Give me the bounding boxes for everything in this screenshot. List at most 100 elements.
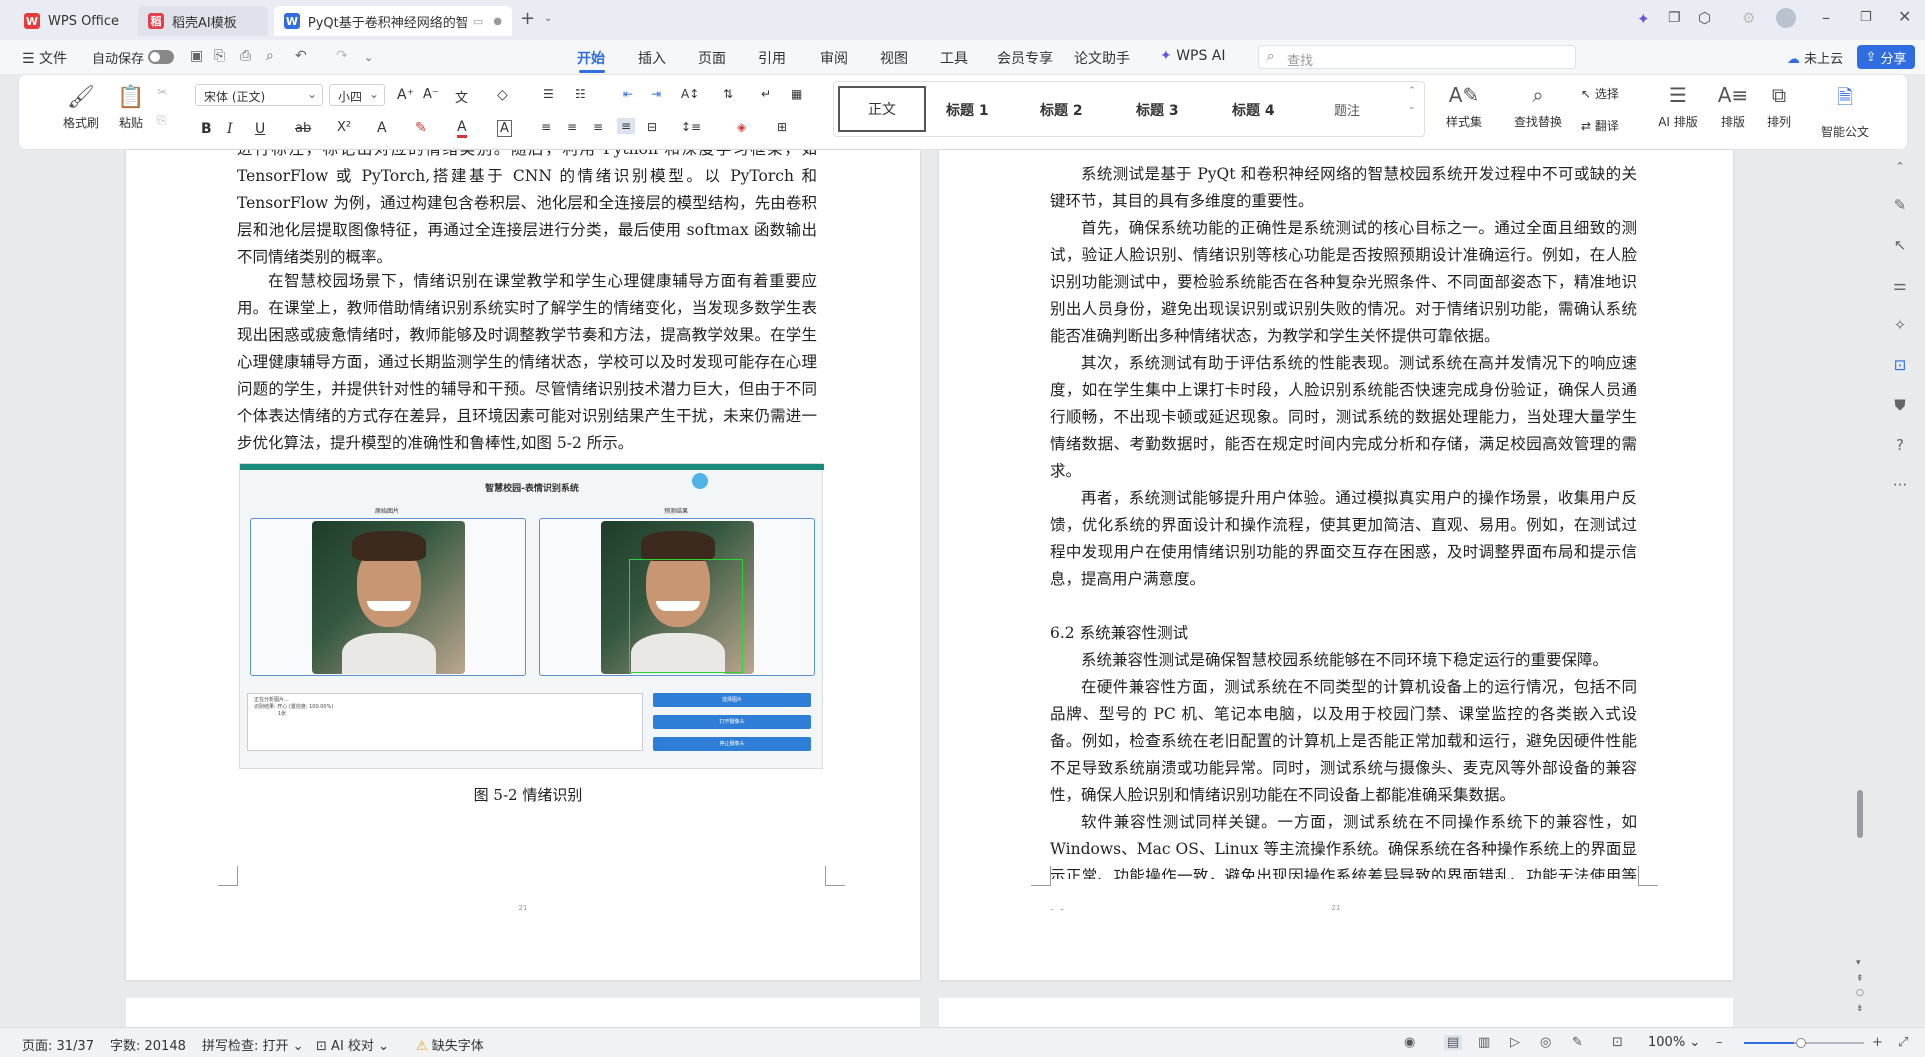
font-name-select[interactable]: 宋体 (正文) ⌄: [195, 84, 323, 106]
restore-icon[interactable]: ❐: [1860, 10, 1872, 25]
missing-font-warning[interactable]: ⚠ 缺失字体: [416, 1035, 484, 1054]
chinese-layout-icon[interactable]: A↕: [681, 87, 699, 101]
print-preview-icon[interactable]: ⌕: [266, 48, 274, 64]
tab-daoke-templates[interactable]: 稻 稻壳AI模板: [138, 6, 268, 36]
close-icon[interactable]: ✕: [1898, 7, 1911, 26]
save-icon[interactable]: ▣: [190, 48, 203, 64]
fit-page-icon[interactable]: ⊡: [1612, 1035, 1623, 1050]
document-page-left[interactable]: 进行标注，标记出对应的情绪类别。随后，利用 Python 和深度学习框架，如 T…: [126, 150, 920, 980]
page-count[interactable]: 页面: 31/37: [22, 1035, 94, 1054]
zoom-slider[interactable]: [1744, 1038, 1864, 1048]
word-count[interactable]: 字数: 20148: [110, 1035, 186, 1054]
table-icon[interactable]: ▦: [791, 87, 802, 101]
zoom-out-icon[interactable]: –: [1716, 1035, 1723, 1050]
style-heading3[interactable]: 标题 3: [1136, 100, 1179, 120]
print-icon[interactable]: ⎙: [240, 48, 251, 64]
font-color-icon[interactable]: A: [457, 119, 467, 138]
pen-icon[interactable]: ✎: [1891, 196, 1909, 214]
align-left-icon[interactable]: ≡: [541, 120, 551, 134]
zoom-level[interactable]: 100% ⌄: [1648, 1035, 1700, 1050]
font-size-select[interactable]: 小四 ⌄: [329, 84, 385, 106]
sort-icon[interactable]: ⇅: [723, 87, 733, 101]
magic-icon[interactable]: ✧: [1891, 316, 1909, 334]
cut-icon[interactable]: ✂: [157, 85, 167, 99]
wps-ai-icon[interactable]: ✦: [1637, 10, 1650, 28]
bold-icon[interactable]: B: [201, 121, 212, 137]
clear-format-icon[interactable]: ◇: [497, 87, 508, 103]
show-marks-icon[interactable]: ↵: [761, 87, 771, 101]
paste-button[interactable]: 📋 粘贴: [111, 85, 151, 131]
select-browse-icon[interactable]: ○: [1856, 988, 1864, 998]
settings-icon[interactable]: ⚙: [1742, 9, 1755, 27]
layout-button[interactable]: A≡ 排版: [1713, 83, 1753, 130]
arrange-button[interactable]: ⧉ 排列: [1759, 83, 1799, 130]
search-input[interactable]: 查找: [1287, 50, 1313, 69]
minimize-icon[interactable]: –: [1822, 8, 1830, 27]
tab-insert[interactable]: 插入: [638, 48, 666, 68]
numbered-list-icon[interactable]: ☷: [575, 87, 586, 101]
bullet-list-icon[interactable]: ☰: [543, 87, 554, 101]
avatar[interactable]: [1776, 8, 1796, 28]
scroll-down-icon[interactable]: ▾: [1856, 958, 1861, 968]
shirt-icon[interactable]: ⛊: [1891, 396, 1909, 414]
align-right-icon[interactable]: ≡: [593, 120, 603, 134]
zoom-slider-handle[interactable]: [1796, 1038, 1806, 1048]
document-check-icon[interactable]: ⊡: [1891, 356, 1909, 374]
italic-icon[interactable]: I: [227, 121, 233, 137]
format-painter-button[interactable]: 🖌 格式刷: [61, 85, 101, 131]
shading-icon[interactable]: ◈: [737, 120, 746, 134]
cube-icon[interactable]: ⬡: [1698, 9, 1711, 27]
page-view-icon[interactable]: ▤: [1444, 1035, 1463, 1050]
tab-page[interactable]: 页面: [698, 48, 726, 68]
style-set-button[interactable]: A✎ 样式集: [1437, 83, 1491, 130]
style-heading2[interactable]: 标题 2: [1040, 100, 1083, 120]
chevron-down-icon[interactable]: ⌄: [1408, 102, 1416, 112]
tab-tools[interactable]: 工具: [940, 48, 968, 68]
tab-document[interactable]: W PyQt基于卷积神经网络的智 ▭ ●: [274, 6, 512, 36]
search-box[interactable]: ⌕ 查找: [1258, 45, 1576, 69]
vertical-scrollbar-thumb[interactable]: [1857, 790, 1863, 838]
tab-list-chevron-icon[interactable]: ⌄: [544, 13, 552, 24]
zoom-in-icon[interactable]: +: [1872, 1035, 1883, 1050]
style-caption[interactable]: 题注: [1334, 100, 1360, 119]
help-icon[interactable]: ?: [1891, 436, 1909, 454]
phonetic-icon[interactable]: 文: [455, 87, 468, 106]
underline-icon[interactable]: U: [255, 121, 265, 137]
document-page-right[interactable]: 系统测试是基于 PyQt 和卷积神经网络的智慧校园系统开发过程中不可或缺的关键环…: [939, 150, 1733, 980]
eye-protect-icon[interactable]: ✎: [1572, 1035, 1583, 1050]
ai-layout-button[interactable]: ☰ AI 排版: [1649, 83, 1707, 130]
distribute-icon[interactable]: ⊟: [647, 120, 657, 134]
select-button[interactable]: ↖ 选择: [1581, 85, 1619, 102]
decrease-indent-icon[interactable]: ⇤: [623, 87, 633, 101]
prev-page-icon[interactable]: ⇞: [1856, 974, 1864, 984]
tab-references[interactable]: 引用: [758, 48, 786, 68]
tab-review[interactable]: 审阅: [820, 48, 848, 68]
redo-icon[interactable]: ↷: [336, 48, 348, 64]
tab-view[interactable]: 视图: [880, 48, 908, 68]
char-border-icon[interactable]: A: [497, 120, 512, 137]
align-center-icon[interactable]: ≡: [567, 120, 577, 134]
highlight-icon[interactable]: ✎: [415, 120, 427, 136]
tab-home[interactable]: 开始: [577, 48, 605, 68]
justify-icon[interactable]: ≡: [617, 118, 636, 134]
autosave-toggle[interactable]: [148, 50, 174, 64]
text-effect-icon[interactable]: A: [377, 120, 387, 136]
sliders-icon[interactable]: ⚌: [1891, 276, 1909, 294]
more-chevron-icon[interactable]: ⌄: [364, 51, 373, 64]
web-view-icon[interactable]: ◎: [1540, 1035, 1551, 1050]
tab-wps-office[interactable]: W WPS Office: [14, 6, 134, 36]
line-spacing-icon[interactable]: ↕≡: [681, 120, 701, 134]
eye-icon[interactable]: ◉: [1404, 1035, 1415, 1050]
share-button[interactable]: ⇪ 分享: [1857, 45, 1915, 69]
next-page-icon[interactable]: ⇟: [1856, 1004, 1864, 1014]
cloud-status[interactable]: ☁ 未上云: [1787, 48, 1843, 67]
style-heading1[interactable]: 标题 1: [946, 100, 989, 120]
smart-doc-button[interactable]: 🗎 智能公文: [1819, 83, 1871, 140]
undo-icon[interactable]: ↶: [295, 48, 307, 64]
more-icon[interactable]: ···: [1891, 476, 1909, 494]
collapse-up-icon[interactable]: ⌃: [1891, 160, 1909, 178]
style-normal[interactable]: 正文: [838, 86, 926, 132]
ai-check-button[interactable]: ⊡ AI 校对 ⌄: [316, 1035, 389, 1054]
copy-icon[interactable]: ⎘: [157, 113, 167, 128]
find-replace-button[interactable]: ⌕ 查找替换: [1507, 83, 1569, 130]
